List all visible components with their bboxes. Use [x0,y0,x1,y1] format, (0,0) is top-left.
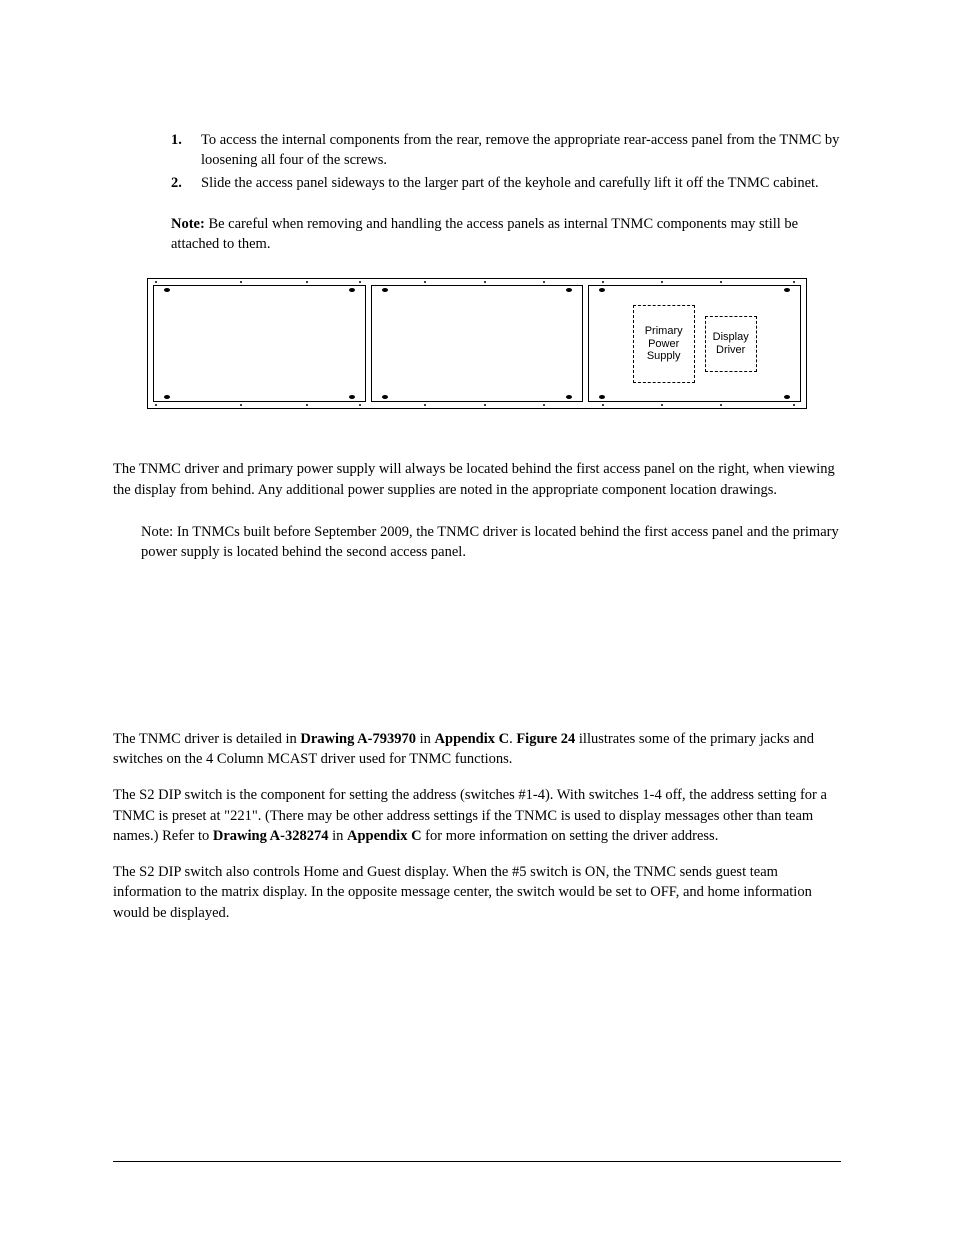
list-number: 2. [171,173,201,193]
note-paragraph: Note: In TNMCs built before September 20… [141,522,841,563]
note-text: Be careful when removing and handling th… [171,216,798,252]
drawing-ref: Drawing A-793970 [300,731,416,747]
figure-bottom-rail [148,402,806,408]
note-label: Note: [171,216,205,232]
body-paragraph: The S2 DIP switch is the component for s… [113,785,841,846]
drawing-ref: Drawing A-328274 [213,828,329,844]
list-text: Slide the access panel sideways to the l… [201,173,819,193]
note-label: Note: [141,524,173,540]
document-page: 1. To access the internal components fro… [0,0,954,1235]
display-driver-label: Display Driver [705,316,757,372]
appendix-ref: Appendix C [435,731,510,747]
list-item: 2. Slide the access panel sideways to th… [171,173,841,193]
note-paragraph: Note: Be careful when removing and handl… [171,214,841,255]
primary-power-supply-label: Primary Power Supply [633,305,695,383]
list-number: 1. [171,130,201,171]
access-panel-components: Primary Power Supply Display Driver [588,285,801,402]
appendix-ref: Appendix C [347,828,422,844]
figure-frame: Primary Power Supply Display Driver [147,278,807,409]
figure-ref: Figure 24 [516,731,575,747]
access-panel [153,285,366,402]
access-panel [371,285,584,402]
list-text: To access the internal components from t… [201,130,841,171]
steps-list: 1. To access the internal components fro… [171,130,841,193]
figure-body: Primary Power Supply Display Driver [148,285,806,402]
rear-view-figure: Primary Power Supply Display Driver [147,278,807,409]
page-footer-rule [113,1161,841,1162]
body-paragraph: The S2 DIP switch also controls Home and… [113,862,841,923]
list-item: 1. To access the internal components fro… [171,130,841,171]
body-paragraph: The TNMC driver and primary power supply… [113,459,841,500]
body-paragraph: The TNMC driver is detailed in Drawing A… [113,729,841,770]
note-text: In TNMCs built before September 2009, th… [141,524,839,560]
